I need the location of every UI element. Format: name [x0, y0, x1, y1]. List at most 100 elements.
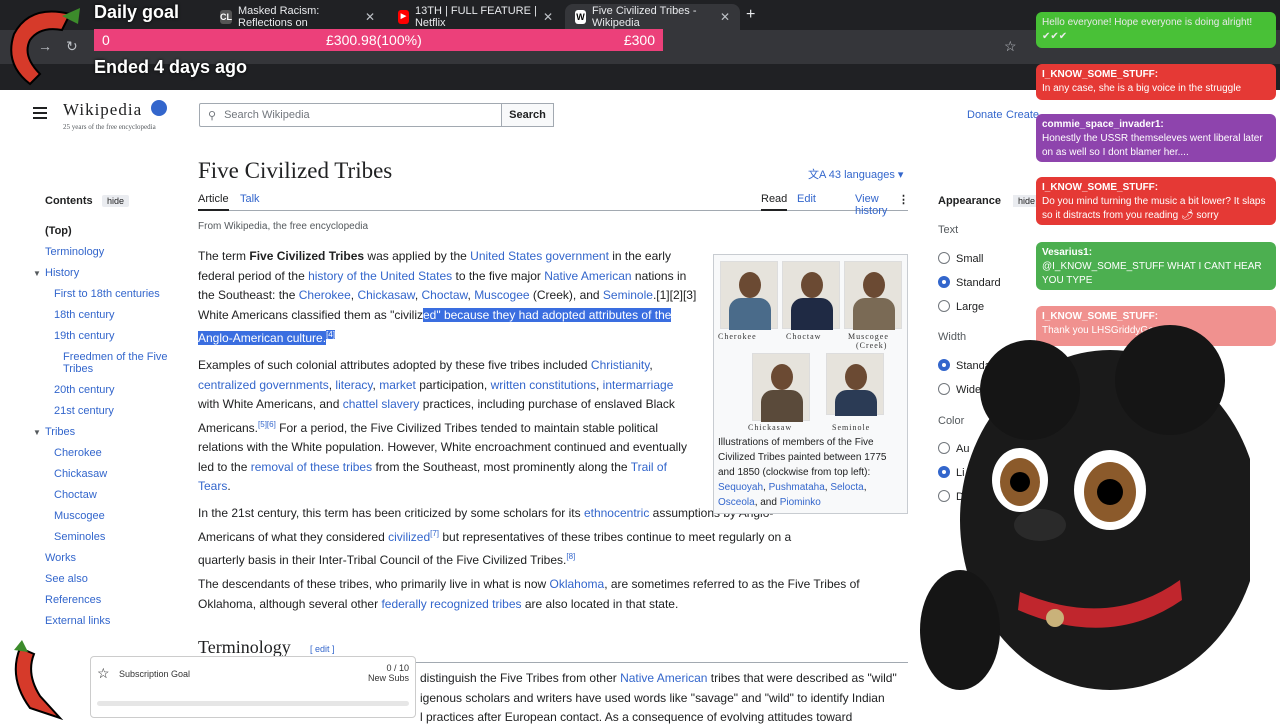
toc-item[interactable]: (Top)	[45, 225, 72, 237]
portrait-image[interactable]	[782, 261, 840, 330]
chat-user: Vesarius1:	[1042, 247, 1093, 258]
link[interactable]: Muscogee	[474, 288, 529, 302]
paragraph-terminology: distinguish the Five Tribes from other N…	[420, 671, 897, 724]
link[interactable]: ethnocentric	[584, 506, 649, 520]
link[interactable]: Pushmataha	[769, 482, 825, 493]
chat-message: Hello everyone! Hope everyone is doing a…	[1036, 12, 1276, 48]
toc-item[interactable]: Tribes	[63, 363, 93, 375]
caption-chickasaw: Chickasaw	[748, 423, 793, 432]
goal-target: £300	[623, 32, 655, 48]
search-input[interactable]: ⚲ Search Wikipedia	[199, 103, 502, 127]
toc-item[interactable]: References	[45, 594, 101, 606]
portrait-image[interactable]	[752, 353, 810, 422]
close-icon[interactable]: ✕	[720, 10, 730, 24]
link[interactable]: Oklahoma	[550, 577, 605, 591]
link[interactable]: removal of these tribes	[251, 460, 372, 474]
link[interactable]: literacy	[335, 378, 372, 392]
create-account-link[interactable]: Create	[1006, 109, 1039, 121]
link[interactable]: Sequoyah	[718, 482, 763, 493]
logo-name: Wikipedia	[63, 100, 143, 119]
radio-text-standard[interactable]	[938, 276, 950, 288]
link[interactable]: Cherokee	[299, 288, 351, 302]
chevron-down-icon[interactable]: ▼	[33, 428, 41, 437]
toc-item[interactable]: 18th century	[54, 309, 115, 321]
wikipedia-logo[interactable]: Wikipedia 25 years of the free encyclope…	[63, 100, 156, 131]
main-menu-icon[interactable]	[33, 107, 47, 119]
edit-section-link[interactable]: [ edit ]	[310, 644, 335, 654]
link[interactable]: market	[379, 378, 416, 392]
donate-link[interactable]: Donate	[967, 109, 1002, 121]
search-icon: ⚲	[208, 109, 217, 122]
toc-item[interactable]: Muscogee	[54, 510, 105, 522]
toc-item[interactable]: Seminoles	[54, 531, 105, 543]
toc-item[interactable]: Cherokee	[54, 447, 102, 459]
goal-status: Ended 4 days ago	[94, 57, 248, 77]
paragraph-intro: The term Five Civilized Tribes was appli…	[198, 249, 697, 345]
toc-item[interactable]: Freedmen of the Five	[63, 351, 168, 363]
tab-talk[interactable]: Talk	[240, 193, 260, 205]
sub-goal-progress	[97, 701, 409, 706]
toc-item[interactable]: External links	[45, 615, 110, 627]
languages-label: 43 languages	[828, 169, 895, 181]
tab-five-civilized-tribes[interactable]: W Five Civilized Tribes - Wikipedia ✕	[565, 4, 740, 30]
link[interactable]: Piominko	[780, 497, 821, 508]
link[interactable]: Osceola	[718, 497, 755, 508]
link[interactable]: history of the United States	[308, 269, 452, 283]
toc-item[interactable]: Works	[45, 552, 76, 564]
link[interactable]: Chickasaw	[357, 288, 414, 302]
sub-goal-count: 0 / 10 New Subs	[368, 663, 409, 683]
portrait-image[interactable]	[826, 353, 884, 416]
link[interactable]: federally recognized tribes	[381, 597, 521, 611]
link[interactable]: Native American	[620, 671, 707, 685]
link[interactable]: civilized	[388, 530, 430, 544]
languages-button[interactable]: 文A 43 languages ▾	[808, 166, 903, 182]
chat-message: Vesarius1: @I_KNOW_SOME_STUFF WHAT I CAN…	[1036, 242, 1276, 290]
link[interactable]: Choctaw	[421, 288, 467, 302]
vtuber-dog-avatar	[920, 325, 1250, 690]
bookmark-star-icon[interactable]: ☆	[1004, 38, 1017, 55]
toc-item[interactable]: Tribes	[45, 426, 75, 438]
radio-text-small[interactable]	[938, 252, 950, 264]
toc-item[interactable]: History	[45, 267, 79, 279]
search-button[interactable]: Search	[501, 103, 554, 127]
close-icon[interactable]: ✕	[365, 10, 375, 24]
more-options-icon[interactable]: ⋮	[898, 193, 909, 206]
close-icon[interactable]: ✕	[543, 10, 553, 24]
toc-item[interactable]: Chickasaw	[54, 468, 107, 480]
link[interactable]: Selocta	[830, 482, 863, 493]
chat-text: Hello everyone! Hope everyone is doing a…	[1042, 17, 1253, 42]
chat-text: @I_KNOW_SOME_STUFF WHAT I CANT HEAR YOU …	[1042, 261, 1262, 286]
new-tab-icon[interactable]: +	[746, 6, 755, 24]
toc-item[interactable]: First to 18th centuries	[54, 288, 160, 300]
chat-message: I_KNOW_SOME_STUFF: In any case, she is a…	[1036, 64, 1276, 100]
link[interactable]: Christianity	[591, 358, 649, 372]
toc-item[interactable]: Terminology	[45, 246, 104, 258]
toc-hide-button[interactable]: hide	[102, 195, 130, 207]
link[interactable]: United States government	[470, 249, 609, 263]
link[interactable]: centralized governments	[198, 378, 329, 392]
link[interactable]: intermarriage	[603, 378, 674, 392]
tab-edit[interactable]: Edit	[797, 193, 816, 205]
portrait-image[interactable]	[844, 261, 902, 330]
toc-item[interactable]: See also	[45, 573, 88, 585]
link[interactable]: chattel slavery	[343, 397, 420, 411]
subscription-goal-widget: ☆ Subscription Goal 0 / 10 New Subs	[90, 656, 416, 718]
tab-masked-racism[interactable]: CL Masked Racism: Reflections on ✕	[210, 4, 385, 30]
sub-goal-label: Subscription Goal	[119, 669, 191, 679]
link[interactable]: written constitutions	[491, 378, 596, 392]
toc-item[interactable]: Choctaw	[54, 489, 97, 501]
portrait-image[interactable]	[720, 261, 778, 330]
tab-label: 13TH | FULL FEATURE | Netflix	[414, 5, 537, 29]
tab-read[interactable]: Read	[761, 193, 788, 211]
tab-article[interactable]: Article	[198, 193, 229, 211]
appearance-heading: Appearance	[938, 195, 1001, 207]
section-heading-terminology: Terminology	[198, 637, 291, 657]
tab-13th[interactable]: ▶ 13TH | FULL FEATURE | Netflix ✕	[388, 4, 563, 30]
link[interactable]: Native American	[544, 269, 631, 283]
chevron-down-icon[interactable]: ▼	[33, 269, 41, 278]
link[interactable]: Seminole	[603, 288, 653, 302]
chat-user: commie_space_invader1:	[1042, 119, 1164, 130]
toc-item[interactable]: 19th century	[54, 330, 115, 342]
toc-item[interactable]: 20th century	[54, 384, 115, 396]
toc-item[interactable]: 21st century	[54, 405, 114, 417]
